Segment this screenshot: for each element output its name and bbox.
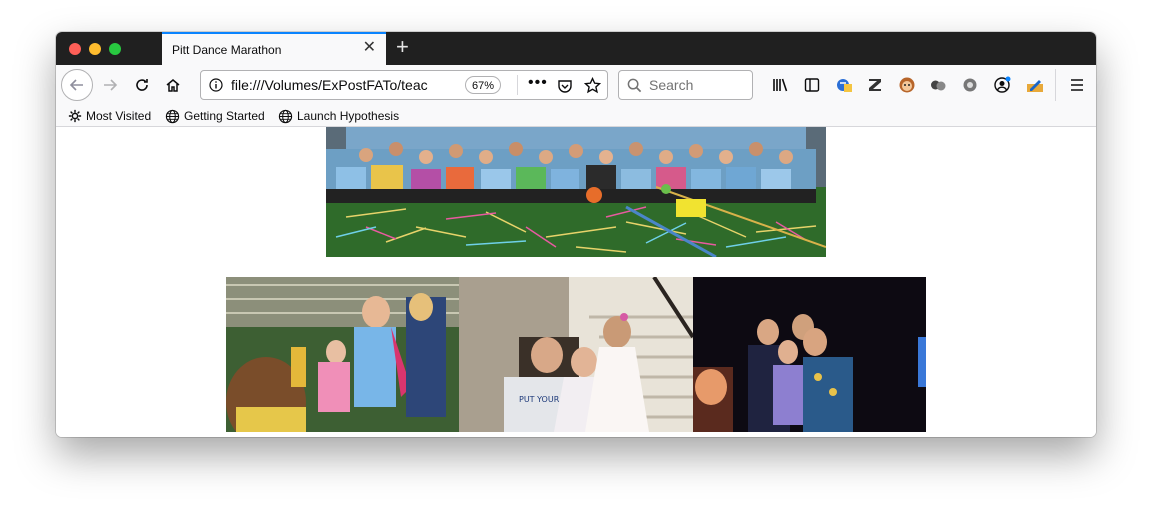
zoom-window-button[interactable] <box>109 43 121 55</box>
tab-active[interactable]: Pitt Dance Marathon ✕ <box>162 32 386 65</box>
tab-title: Pitt Dance Marathon <box>172 43 282 57</box>
new-tab-button[interactable]: + <box>396 36 409 58</box>
monkey-extension-icon[interactable] <box>897 75 917 95</box>
bookmark-most-visited[interactable]: Most Visited <box>68 108 151 124</box>
search-icon <box>627 78 642 93</box>
back-arrow-icon <box>69 79 83 91</box>
close-window-button[interactable] <box>69 43 81 55</box>
page-content: PUT YOUR <box>56 127 1096 437</box>
navigation-toolbar: file:///Volumes/ExPostFATo/teac 67% ••• … <box>56 65 1096 105</box>
info-icon[interactable] <box>209 78 223 92</box>
close-tab-icon[interactable]: ✕ <box>363 40 376 56</box>
photo-dance-floor <box>693 277 926 432</box>
group-photo-tie-dye <box>326 127 826 257</box>
search-placeholder: Search <box>649 77 694 93</box>
extension-hypothesis-icon[interactable] <box>834 75 854 95</box>
address-bar[interactable]: file:///Volumes/ExPostFATo/teac 67% ••• <box>200 70 608 100</box>
zoom-indicator[interactable]: 67% <box>465 76 502 94</box>
forward-button[interactable] <box>94 69 126 101</box>
browser-window: Pitt Dance Marathon ✕ + file:///Volumes/… <box>56 32 1096 437</box>
bookmark-star-icon[interactable] <box>584 77 601 94</box>
globe-icon <box>278 109 293 123</box>
account-icon[interactable] <box>992 75 1012 95</box>
back-button[interactable] <box>61 69 93 101</box>
bookmarks-toolbar: Most Visited Getting Started Launch Hypo… <box>56 105 1096 127</box>
reload-icon <box>136 79 148 91</box>
bookmark-launch-hypothesis[interactable]: Launch Hypothesis <box>278 108 399 124</box>
url-separator <box>517 75 518 95</box>
tab-bar: Pitt Dance Marathon ✕ + <box>56 32 1096 65</box>
zotero-icon[interactable] <box>865 75 885 95</box>
forward-arrow-icon <box>104 79 118 91</box>
bookmark-getting-started[interactable]: Getting Started <box>165 108 265 124</box>
minimize-window-button[interactable] <box>89 43 101 55</box>
circles-extension-icon[interactable] <box>928 75 948 95</box>
menu-hamburger-icon[interactable] <box>1067 75 1087 95</box>
url-text[interactable]: file:///Volumes/ExPostFATo/teac <box>231 77 429 93</box>
pocket-icon[interactable] <box>557 78 573 94</box>
pen-extension-icon[interactable] <box>1025 75 1045 95</box>
home-icon <box>166 79 180 92</box>
search-bar[interactable]: Search <box>618 70 753 100</box>
photo-girls-stairs: PUT YOUR <box>459 277 693 432</box>
library-icon[interactable] <box>771 75 791 95</box>
reload-button[interactable] <box>126 69 158 101</box>
gear-icon <box>68 109 82 123</box>
globe-icon <box>165 109 180 123</box>
bookmark-label: Getting Started <box>184 109 265 123</box>
bookmark-label: Most Visited <box>86 109 152 123</box>
svg-text:PUT YOUR: PUT YOUR <box>519 395 560 404</box>
page-actions-icon[interactable]: ••• <box>528 74 548 92</box>
toolbar-separator <box>1055 69 1056 101</box>
bookmark-label: Launch Hypothesis <box>297 109 400 123</box>
photo-kids-princess <box>226 277 459 432</box>
settings-gear-extension-icon[interactable] <box>960 75 980 95</box>
sidebar-icon[interactable] <box>802 75 822 95</box>
home-button[interactable] <box>157 69 189 101</box>
